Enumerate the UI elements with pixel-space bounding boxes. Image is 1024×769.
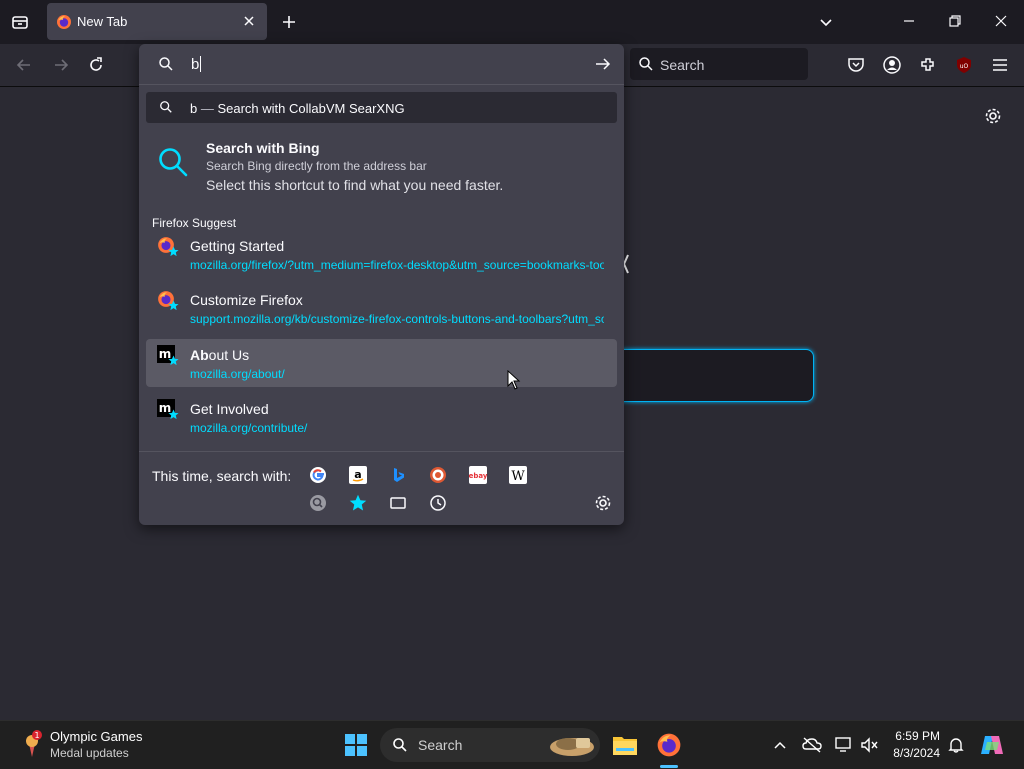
- suggestion-title: Customize Firefox: [190, 292, 303, 308]
- amazon-icon[interactable]: a: [349, 466, 367, 484]
- suggestion-url: mozilla.org/firefox/?utm_medium=firefox-…: [190, 258, 604, 272]
- list-all-tabs-icon[interactable]: [818, 14, 834, 30]
- account-icon[interactable]: [882, 55, 902, 75]
- widget-subtitle: Medal updates: [50, 746, 129, 760]
- suggestion-url: mozilla.org/contribute/: [190, 421, 308, 435]
- bing-hint: Select this shortcut to find what you ne…: [206, 177, 504, 193]
- taskbar-search[interactable]: Search: [380, 728, 600, 762]
- search-bar-placeholder: Search: [660, 57, 705, 73]
- ebay-icon[interactable]: ebay: [469, 466, 487, 484]
- suggest-header: Firefox Suggest: [152, 216, 237, 230]
- new-tab-button[interactable]: [281, 14, 297, 30]
- close-window-button[interactable]: [994, 14, 1008, 28]
- bookmark-star-icon: [168, 409, 179, 420]
- tab-title: New Tab: [77, 14, 128, 29]
- clock-date[interactable]: 8/3/2024: [888, 746, 940, 760]
- search-icon: [392, 737, 408, 753]
- bing-search-icon: [157, 146, 189, 178]
- result-action: Search with CollabVM SearXNG: [217, 101, 405, 116]
- go-arrow-icon[interactable]: [594, 56, 612, 72]
- search-settings-gear-icon[interactable]: [594, 494, 612, 512]
- urlbar-query: b: [191, 56, 200, 73]
- urlbar[interactable]: b: [139, 44, 624, 85]
- bing-subtitle: Search Bing directly from the address ba…: [206, 159, 427, 173]
- svg-text:ebay: ebay: [469, 472, 487, 480]
- history-icon[interactable]: [429, 494, 447, 512]
- onedrive-offline-icon[interactable]: [802, 736, 822, 754]
- suggestion-url: support.mozilla.org/kb/customize-firefox…: [190, 312, 604, 326]
- ublock-origin-icon[interactable]: uO: [954, 55, 974, 75]
- firefox-view-icon[interactable]: [11, 13, 29, 31]
- pocket-icon[interactable]: [846, 55, 866, 75]
- close-tab-icon[interactable]: [241, 13, 257, 29]
- bookmarks-icon[interactable]: [349, 494, 367, 512]
- search-icon: [638, 56, 654, 72]
- wikipedia-icon[interactable]: W: [509, 466, 527, 484]
- search-icon: [159, 100, 173, 114]
- svg-text:a: a: [354, 468, 361, 481]
- searxng-icon[interactable]: [309, 494, 327, 512]
- clock-time[interactable]: 6:59 PM: [888, 729, 940, 743]
- bookmark-star-icon: [168, 355, 179, 366]
- text-caret: [200, 56, 202, 72]
- suggestion-row[interactable]: Customize Firefox support.mozilla.org/kb…: [146, 284, 617, 332]
- duckduckgo-icon[interactable]: [429, 466, 447, 484]
- one-off-label: This time, search with:: [152, 468, 292, 484]
- suggestion-url: mozilla.org/about/: [190, 367, 285, 381]
- extensions-icon[interactable]: [918, 55, 938, 75]
- search-bar[interactable]: Search: [630, 48, 808, 80]
- mouse-pointer-icon: [507, 370, 521, 390]
- volume-muted-icon[interactable]: [860, 736, 880, 754]
- settings-gear-icon[interactable]: [984, 107, 1002, 125]
- copilot-icon[interactable]: [979, 732, 1005, 758]
- widget-title[interactable]: Olympic Games: [50, 729, 142, 744]
- svg-text:W: W: [511, 469, 525, 484]
- file-explorer-icon[interactable]: [612, 733, 638, 757]
- taskbar: 1 Olympic Games Medal updates Search 6:5…: [0, 720, 1024, 769]
- firefox-icon: [56, 14, 72, 30]
- suggestion-title: Get Involved: [190, 401, 269, 417]
- forward-icon[interactable]: [51, 55, 71, 75]
- one-off-search-engines: This time, search with: a ebay W: [139, 451, 624, 526]
- tabs-icon[interactable]: [389, 494, 407, 512]
- widget-badge: 1: [34, 731, 39, 740]
- weather-widget-icon[interactable]: 1: [20, 729, 46, 759]
- back-icon[interactable]: [14, 55, 34, 75]
- menu-icon[interactable]: [990, 55, 1010, 75]
- bing-icon[interactable]: [389, 466, 407, 484]
- suggestion-title-rest: out Us: [208, 347, 250, 363]
- new-tab-search-input[interactable]: [612, 349, 814, 402]
- notification-bell-icon[interactable]: [947, 736, 965, 754]
- google-icon[interactable]: [309, 466, 327, 484]
- search-with-engine-row[interactable]: b — Search with CollabVM SearXNG: [146, 92, 617, 123]
- firefox-taskbar-icon[interactable]: [656, 732, 682, 758]
- restore-button[interactable]: [948, 14, 962, 28]
- suggestion-title: About Us: [190, 347, 249, 363]
- network-icon[interactable]: [834, 736, 854, 754]
- search-icon: [158, 56, 174, 72]
- bing-title: Search with Bing: [206, 140, 320, 156]
- search-highlight-icon: [548, 732, 596, 758]
- suggestion-row-selected[interactable]: m About Us mozilla.org/about/: [146, 339, 617, 387]
- suggestion-row[interactable]: m Get Involved mozilla.org/contribute/: [146, 393, 617, 441]
- urlbar-input[interactable]: b: [191, 56, 202, 73]
- chevron-up-icon[interactable]: [773, 738, 787, 752]
- bookmark-star-icon: [168, 300, 179, 311]
- urlbar-popup: b b — Search with CollabVM SearXNG Searc…: [139, 44, 624, 525]
- svg-text:uO: uO: [960, 63, 969, 70]
- minimize-button[interactable]: [902, 14, 916, 28]
- suggestion-title-match: Ab: [190, 347, 209, 363]
- suggestion-row[interactable]: Getting Started mozilla.org/firefox/?utm…: [146, 230, 617, 278]
- taskbar-search-label: Search: [418, 737, 463, 753]
- windows-start-icon[interactable]: [344, 733, 368, 757]
- tab-new-tab[interactable]: New Tab: [47, 3, 267, 40]
- tab-strip: New Tab: [0, 0, 1024, 44]
- bing-shortcut-tip[interactable]: Search with Bing Search Bing directly fr…: [139, 134, 624, 198]
- suggestion-title: Getting Started: [190, 238, 285, 254]
- result-separator: —: [197, 101, 218, 116]
- reload-icon[interactable]: [86, 55, 106, 75]
- bookmark-star-icon: [168, 246, 179, 257]
